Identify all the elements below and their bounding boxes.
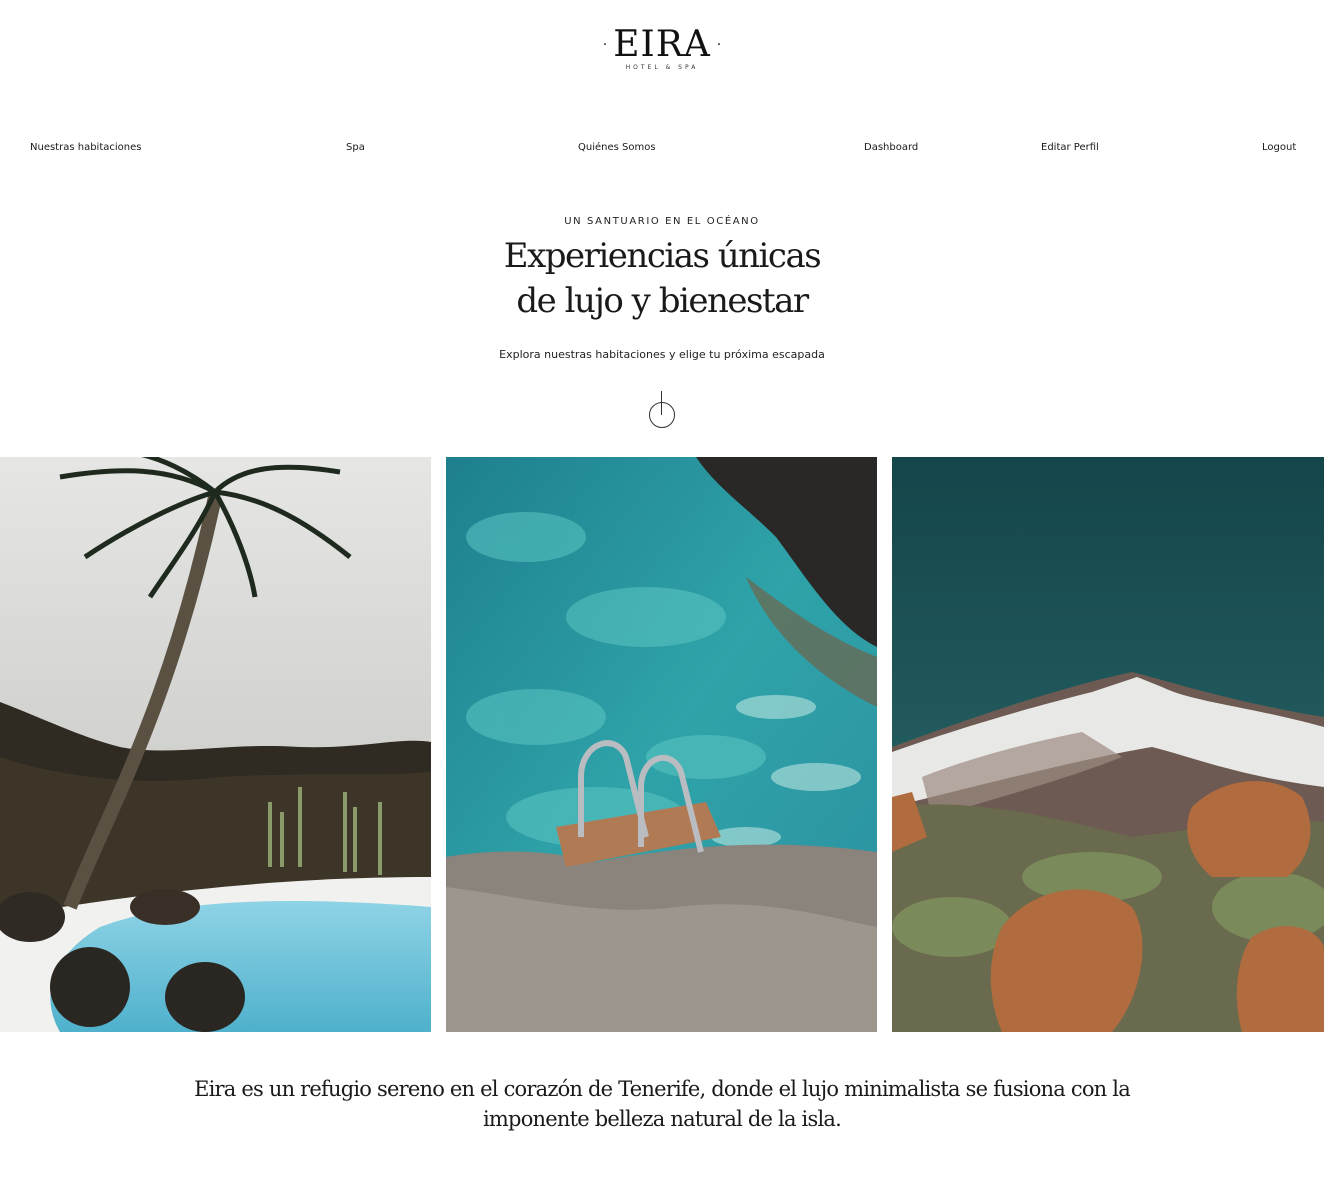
nav-item-logout[interactable]: Logout <box>1262 141 1296 155</box>
statement-line2: imponente belleza natural de la isla. <box>483 1107 842 1131</box>
palm-pool-illustration <box>0 457 431 1032</box>
logo-tagline: HOTEL & SPA <box>625 64 699 71</box>
photo-gallery <box>0 457 1324 1032</box>
logo-ornament-left: · <box>602 37 608 53</box>
brand-statement: Eira es un refugio sereno en el corazón … <box>0 1074 1324 1134</box>
gallery-image-volcano <box>892 457 1324 1032</box>
scroll-down-icon[interactable] <box>649 402 675 428</box>
nav-item-editar-perfil[interactable]: Editar Perfil <box>1041 141 1099 155</box>
hero-headline: Experiencias únicas de lujo y bienestar <box>0 234 1324 324</box>
nav-item-habitaciones[interactable]: Nuestras habitaciones <box>30 141 141 155</box>
hero-subtext: Explora nuestras habitaciones y elige tu… <box>499 348 825 361</box>
logo-mark: · EIRA · <box>603 26 722 64</box>
hero-eyebrow: UN SANTUARIO EN EL OCÉANO <box>564 216 760 227</box>
logo-ornament-right: · <box>716 37 722 53</box>
gallery-image-ocean-ladder <box>446 457 877 1032</box>
nav-item-spa[interactable]: Spa <box>346 141 365 155</box>
nav-item-quienes-somos[interactable]: Quiénes Somos <box>578 141 656 155</box>
hero-headline-line2: de lujo y bienestar <box>516 281 809 321</box>
main-nav: Nuestras habitaciones Spa Quiénes Somos … <box>0 141 1324 155</box>
brand-logo[interactable]: · EIRA · HOTEL & SPA <box>0 26 1324 72</box>
ocean-ladder-illustration <box>446 457 877 1032</box>
nav-item-dashboard[interactable]: Dashboard <box>864 141 918 155</box>
gallery-image-palm-pool <box>0 457 431 1032</box>
hero-headline-line1: Experiencias únicas <box>503 236 822 276</box>
statement-line1: Eira es un refugio sereno en el corazón … <box>194 1077 1131 1101</box>
logo-wordmark: EIRA <box>613 24 711 65</box>
volcano-illustration <box>892 457 1324 1032</box>
